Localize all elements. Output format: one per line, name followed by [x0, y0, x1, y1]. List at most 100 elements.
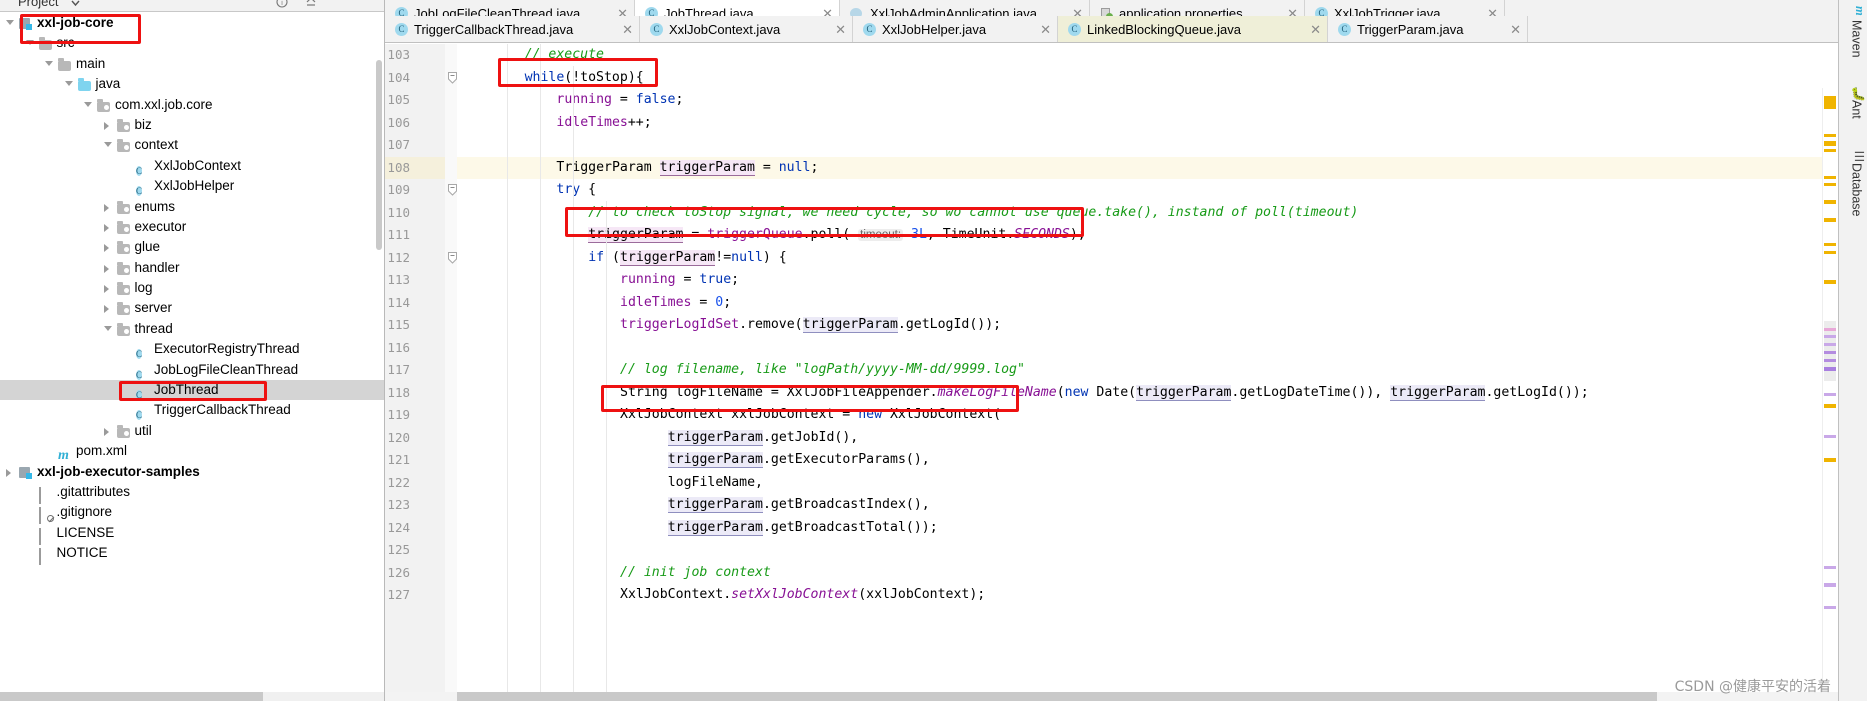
tool-window-button[interactable]: ☰Database [1838, 145, 1867, 217]
project-horizontal-scrollbar[interactable] [0, 692, 263, 701]
close-icon[interactable]: ✕ [617, 7, 628, 16]
editor-tab[interactable]: application.properties ✕ [1090, 0, 1305, 16]
fold-collapse-icon[interactable] [448, 71, 457, 84]
collapse-all-icon[interactable] [305, 0, 316, 6]
code-line[interactable]: // init job context [457, 562, 1838, 585]
code-line[interactable]: triggerParam.getExecutorParams(), [457, 449, 1838, 472]
chevron-down-icon[interactable] [70, 0, 81, 7]
project-tree[interactable]: xxl-job-core src main java com.xxl.job.core b… [0, 13, 384, 691]
editor-tab[interactable]: C JobThread.java ✕ [635, 0, 840, 16]
chevron-right-icon[interactable] [102, 421, 115, 441]
close-icon[interactable]: ✕ [822, 7, 833, 16]
code-content[interactable]: // execute while(!toStop){running = false… [457, 44, 1838, 701]
tree-item[interactable]: server [0, 298, 384, 318]
code-line[interactable]: logFileName, [457, 472, 1838, 495]
chevron-down-icon[interactable] [43, 54, 56, 74]
chevron-right-icon[interactable] [102, 115, 115, 135]
close-icon[interactable]: ✕ [1040, 23, 1051, 36]
chevron-right-icon[interactable] [102, 217, 115, 237]
chevron-down-icon[interactable] [102, 135, 115, 155]
tree-item[interactable]: xxl-job-executor-samples [0, 462, 384, 482]
fold-gutter[interactable] [445, 44, 457, 701]
help-icon[interactable]: i [276, 0, 288, 8]
code-line[interactable]: TriggerParam triggerParam = null; [457, 157, 1838, 180]
project-vertical-scrollbar[interactable] [376, 60, 382, 250]
close-icon[interactable]: ✕ [1287, 7, 1298, 16]
code-line[interactable]: idleTimes = 0; [457, 292, 1838, 315]
code-line[interactable]: running = true; [457, 269, 1838, 292]
tool-window-button[interactable]: 🐛Ant [1838, 82, 1867, 119]
tree-item[interactable]: .gitattributes [0, 482, 384, 504]
tree-item[interactable]: context [0, 135, 384, 155]
tree-item[interactable]: xxl-job-core [0, 13, 384, 33]
editor-tab[interactable]: C LinkedBlockingQueue.java ✕ [1058, 16, 1328, 42]
chevron-down-icon[interactable] [63, 74, 76, 94]
fold-collapse-icon[interactable] [448, 184, 457, 196]
chevron-right-icon[interactable] [102, 258, 115, 278]
code-editor[interactable]: 103 104 105 106 107 108 109 110 111 112 113 114 115 1… [385, 44, 1838, 701]
chevron-right-icon[interactable] [102, 298, 115, 318]
editor-tab[interactable]: C JobLogFileCleanThread.java ✕ [385, 0, 635, 16]
tool-window-button[interactable]: m Maven [1838, 2, 1867, 58]
tree-item[interactable]: biz [0, 115, 384, 135]
tree-item[interactable]: NOTICE [0, 543, 384, 566]
tree-item[interactable]: executor [0, 217, 384, 237]
chevron-right-icon[interactable] [102, 197, 115, 217]
tree-item[interactable]: .gitignore [0, 502, 384, 525]
editor-tab[interactable]: C XxlJobTrigger.java ✕ [1305, 0, 1505, 16]
close-icon[interactable]: ✕ [1310, 23, 1321, 36]
tree-item[interactable]: C XxlJobHelper [0, 176, 384, 197]
chevron-down-icon[interactable] [82, 95, 95, 115]
code-line[interactable] [457, 134, 1838, 157]
tree-item[interactable]: handler [0, 258, 384, 278]
tree-item[interactable]: log [0, 278, 384, 298]
code-line[interactable]: triggerParam.getBroadcastIndex(), [457, 494, 1838, 517]
code-line[interactable]: triggerParam.getJobId(), [457, 427, 1838, 450]
fold-collapse-icon[interactable] [448, 251, 457, 264]
tree-item[interactable]: main [0, 54, 384, 74]
editor-tab[interactable]: C XxlJobContext.java ✕ [640, 16, 853, 42]
close-icon[interactable]: ✕ [622, 23, 633, 36]
code-line[interactable]: triggerParam.getBroadcastTotal()); [457, 517, 1838, 540]
editor-tab[interactable]: C TriggerParam.java ✕ [1328, 16, 1528, 42]
chevron-right-icon[interactable] [4, 462, 17, 482]
code-line[interactable]: // execute [457, 44, 1838, 67]
editor-tab[interactable]: XxlJobAdminApplication.java ✕ [840, 0, 1090, 16]
code-line[interactable] [457, 337, 1838, 360]
editor-gutter[interactable]: 103 104 105 106 107 108 109 110 111 112 113 114 115 1… [385, 44, 457, 701]
tree-item[interactable]: com.xxl.job.core [0, 95, 384, 115]
code-line[interactable]: String logFileName = XxlJobFileAppender.… [457, 382, 1838, 405]
code-line[interactable]: triggerLogIdSet.remove(triggerParam.getL… [457, 314, 1838, 337]
close-icon[interactable]: ✕ [835, 23, 846, 36]
tree-item[interactable]: enums [0, 197, 384, 217]
chevron-down-icon[interactable] [102, 319, 115, 339]
tree-item[interactable]: util [0, 421, 384, 441]
code-line[interactable]: running = false; [457, 89, 1838, 112]
tree-item[interactable]: m pom.xml [0, 441, 384, 463]
tree-item[interactable]: glue [0, 237, 384, 257]
editor-horizontal-scrollbar[interactable] [457, 692, 1657, 701]
tree-item[interactable]: thread [0, 319, 384, 339]
tree-item[interactable]: C JobThread [0, 380, 384, 401]
code-line[interactable]: try { [457, 179, 1838, 202]
tree-item[interactable]: C TriggerCallbackThread [0, 400, 384, 421]
tree-item[interactable]: java [0, 74, 384, 94]
tree-item[interactable]: C JobLogFileCleanThread [0, 360, 384, 380]
tree-item[interactable]: C XxlJobContext [0, 156, 384, 176]
chevron-down-icon[interactable] [4, 13, 17, 33]
chevron-right-icon[interactable] [102, 278, 115, 298]
code-line[interactable]: while(!toStop){ [457, 67, 1838, 90]
code-line[interactable]: XxlJobContext.setXxlJobContext(xxlJobCon… [457, 584, 1838, 607]
tree-item[interactable]: C ExecutorRegistryThread [0, 339, 384, 360]
close-icon[interactable]: ✕ [1510, 23, 1521, 36]
close-icon[interactable]: ✕ [1072, 7, 1083, 16]
tree-item[interactable]: LICENSE [0, 523, 384, 545]
chevron-down-icon[interactable] [24, 33, 37, 53]
tree-item[interactable]: src [0, 33, 384, 53]
error-stripe-marker-bar[interactable] [1822, 88, 1838, 701]
editor-tab[interactable]: C XxlJobHelper.java ✕ [853, 16, 1058, 42]
code-line[interactable]: if (triggerParam!=null) { [457, 247, 1838, 270]
code-line[interactable]: // log filename, like "logPath/yyyy-MM-d… [457, 359, 1838, 382]
code-line[interactable] [457, 539, 1838, 562]
code-line[interactable]: // to check toStop signal, we need cycle… [457, 202, 1838, 225]
